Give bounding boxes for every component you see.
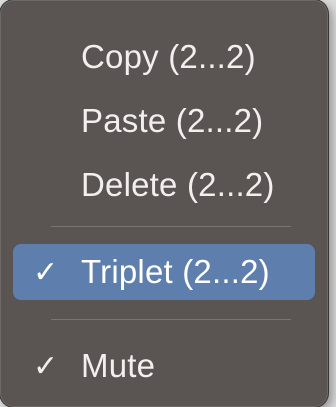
menu-item-paste[interactable]: Paste (2...2) — [13, 93, 315, 149]
menu-item-copy-label: Copy (2...2) — [81, 38, 256, 75]
menu-item-triplet[interactable]: ✓ Triplet (2...2) — [13, 244, 315, 300]
menu-separator — [51, 226, 291, 227]
menu-item-copy[interactable]: Copy (2...2) — [13, 29, 315, 85]
menu-item-paste-label: Paste (2...2) — [81, 102, 264, 139]
checkmark-icon: ✓ — [33, 255, 59, 289]
menu-item-triplet-label: Triplet (2...2) — [81, 253, 270, 290]
menu-item-mute-label: Mute — [81, 347, 156, 384]
menu-item-delete[interactable]: Delete (2...2) — [13, 157, 315, 213]
checkmark-icon: ✓ — [33, 349, 59, 383]
context-menu: Copy (2...2) Paste (2...2) Delete (2...2… — [0, 0, 328, 407]
menu-item-delete-label: Delete (2...2) — [81, 166, 275, 203]
menu-item-mute[interactable]: ✓ Mute — [13, 338, 315, 394]
menu-separator — [51, 319, 291, 320]
